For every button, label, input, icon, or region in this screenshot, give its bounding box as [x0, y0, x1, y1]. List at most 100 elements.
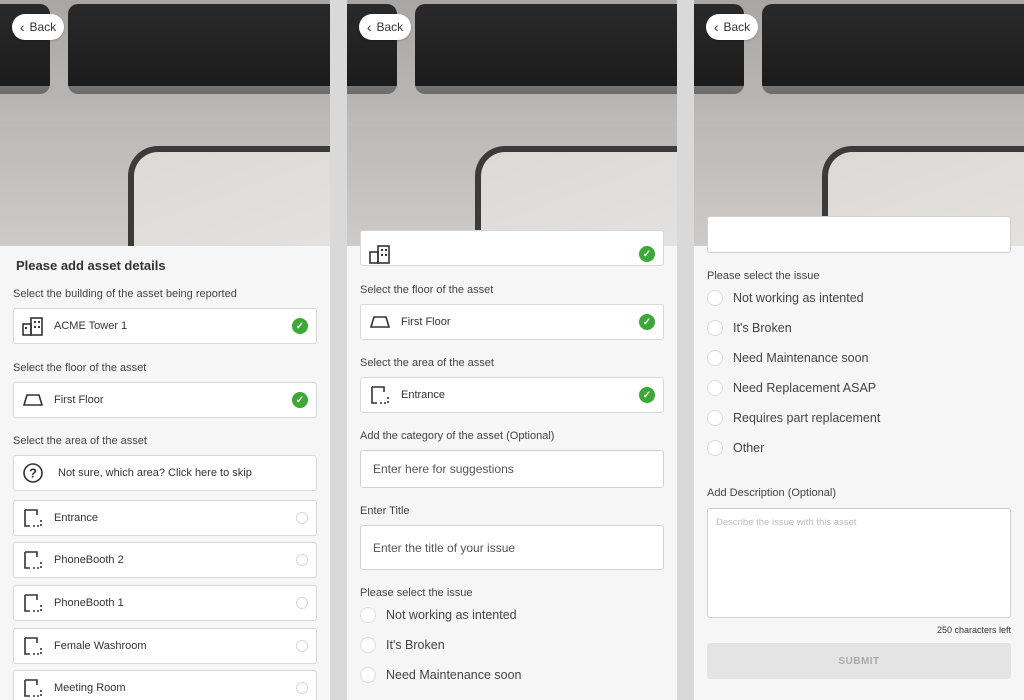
back-label: Back — [376, 20, 404, 34]
floor-icon — [22, 389, 44, 411]
area-icon — [22, 507, 44, 529]
issue-option[interactable]: Not working as intented — [360, 607, 517, 623]
building-select[interactable]: ✓ — [360, 230, 664, 266]
area-icon — [22, 592, 44, 614]
issue-radio[interactable] — [707, 410, 723, 426]
issue-label: Please select the issue — [707, 270, 820, 282]
area-option[interactable]: PhoneBooth 1 — [13, 585, 317, 621]
issue-label: Please select the issue — [360, 587, 473, 599]
issue-option-label: Need Replacement ASAP — [733, 381, 877, 395]
skip-area-text: Not sure, which area? Click here to skip — [58, 467, 252, 479]
floor-select[interactable]: First Floor ✓ — [360, 304, 664, 340]
photo-key — [762, 4, 1024, 94]
issue-option[interactable]: Requires part replacement — [707, 410, 880, 426]
screen-asset-details: ‹ Back Please add asset details Select t… — [0, 0, 330, 700]
floor-label: Select the floor of the asset — [13, 362, 147, 374]
title-input[interactable]: Enter the title of your issue — [360, 525, 664, 570]
chevron-left-icon: ‹ — [366, 19, 372, 35]
form: Please add asset details Select the buil… — [0, 246, 330, 700]
building-icon — [22, 315, 44, 337]
check-icon: ✓ — [639, 387, 655, 403]
area-option-label: PhoneBooth 1 — [54, 597, 124, 609]
title-input[interactable] — [707, 216, 1011, 253]
chevron-left-icon: ‹ — [713, 19, 719, 35]
photo-key — [68, 4, 330, 94]
area-option-label: Meeting Room — [54, 682, 126, 694]
check-icon: ✓ — [292, 318, 308, 334]
issue-radio[interactable] — [360, 607, 376, 623]
area-radio[interactable] — [296, 512, 308, 524]
issue-option-label: It's Broken — [386, 638, 445, 652]
building-value: ACME Tower 1 — [54, 320, 128, 332]
area-option[interactable]: PhoneBooth 2 — [13, 542, 317, 578]
issue-option[interactable]: Other — [707, 440, 764, 456]
issue-option-label: Need Maintenance soon — [386, 668, 522, 682]
building-icon — [369, 243, 391, 265]
svg-text:?: ? — [29, 466, 37, 481]
area-option-label: Entrance — [54, 512, 99, 524]
issue-option-label: Not working as intented — [733, 291, 864, 305]
issue-option[interactable]: It's Broken — [707, 320, 792, 336]
floor-value: First Floor — [401, 316, 451, 328]
area-radio[interactable] — [296, 597, 308, 609]
issue-radio[interactable] — [707, 320, 723, 336]
chevron-left-icon: ‹ — [19, 19, 25, 35]
page-title: Please add asset details — [16, 258, 166, 273]
issue-radio[interactable] — [707, 290, 723, 306]
issue-radio[interactable] — [360, 667, 376, 683]
area-radio[interactable] — [296, 554, 308, 566]
area-option-label: Female Washroom — [54, 640, 147, 652]
issue-option[interactable]: Need Replacement ASAP — [707, 380, 876, 396]
form: ✓ Select the floor of the asset First Fl… — [347, 230, 677, 700]
screen-issue-selection: ‹ Back Please select the issue Not worki… — [694, 0, 1024, 700]
back-button[interactable]: ‹ Back — [359, 14, 411, 40]
issue-option[interactable]: It's Broken — [360, 637, 445, 653]
floor-select[interactable]: First Floor ✓ — [13, 382, 317, 418]
photo-band — [694, 86, 1024, 126]
area-radio[interactable] — [296, 682, 308, 694]
question-icon: ? — [22, 462, 44, 484]
photo-trackpad — [128, 146, 330, 246]
floor-value: First Floor — [54, 394, 104, 406]
area-icon — [22, 677, 44, 699]
area-icon — [369, 384, 391, 406]
area-value: Entrance — [401, 389, 446, 401]
submit-button[interactable]: SUBMIT — [707, 643, 1011, 679]
back-button[interactable]: ‹ Back — [12, 14, 64, 40]
issue-option-label: Not working as intented — [386, 608, 517, 622]
issue-option[interactable]: Need Maintenance soon — [360, 667, 522, 683]
issue-option-label: Need Maintenance soon — [733, 351, 869, 365]
form: Please select the issue Not working as i… — [694, 216, 1024, 700]
back-button[interactable]: ‹ Back — [706, 14, 758, 40]
building-label: Select the building of the asset being r… — [13, 288, 237, 300]
building-select[interactable]: ACME Tower 1 ✓ — [13, 308, 317, 344]
description-textarea[interactable]: Describe the issue with this asset — [707, 508, 1011, 618]
issue-option[interactable]: Need Maintenance soon — [707, 350, 869, 366]
issue-option-label: Requires part replacement — [733, 411, 881, 425]
check-icon: ✓ — [292, 392, 308, 408]
area-option[interactable]: Meeting Room — [13, 670, 317, 700]
issue-option-label: Other — [733, 441, 765, 455]
check-icon: ✓ — [639, 246, 655, 262]
area-icon — [22, 635, 44, 657]
category-input[interactable]: Enter here for suggestions — [360, 450, 664, 488]
description-label: Add Description (Optional) — [707, 487, 837, 499]
issue-radio[interactable] — [360, 637, 376, 653]
issue-option-label: It's Broken — [733, 321, 792, 335]
photo-key — [415, 4, 677, 94]
floor-icon — [369, 311, 391, 333]
characters-left: 250 characters left — [936, 625, 1011, 635]
issue-radio[interactable] — [707, 350, 723, 366]
area-option[interactable]: Entrance — [13, 500, 317, 536]
area-radio[interactable] — [296, 640, 308, 652]
area-label: Select the area of the asset — [13, 435, 147, 447]
area-option[interactable]: Female Washroom — [13, 628, 317, 664]
issue-option[interactable]: Not working as intented — [707, 290, 864, 306]
area-select[interactable]: Entrance ✓ — [360, 377, 664, 413]
issue-radio[interactable] — [707, 440, 723, 456]
skip-area-button[interactable]: ? Not sure, which area? Click here to sk… — [13, 455, 317, 491]
category-label: Add the category of the asset (Optional) — [360, 430, 555, 442]
area-label: Select the area of the asset — [360, 357, 494, 369]
area-icon — [22, 549, 44, 571]
issue-radio[interactable] — [707, 380, 723, 396]
